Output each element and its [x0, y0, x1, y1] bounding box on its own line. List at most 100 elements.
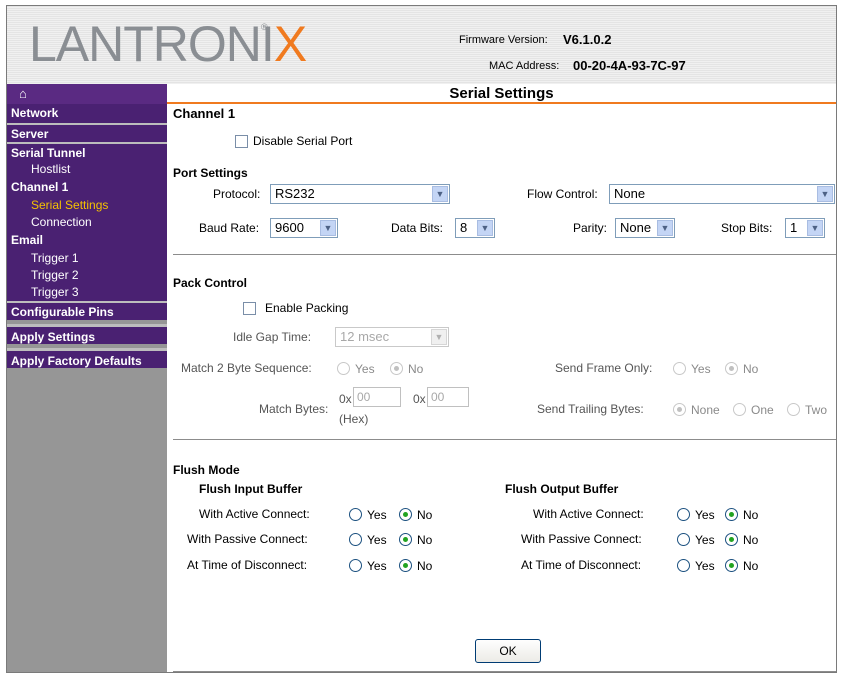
hex-prefix: 0x — [413, 392, 426, 406]
chevron-down-icon: ▼ — [432, 186, 448, 202]
protocol-select[interactable]: RS232 ▼ — [270, 184, 450, 204]
divider — [173, 254, 836, 255]
disable-serial-port-checkbox[interactable] — [235, 135, 248, 148]
sidebar-item-trigger2[interactable]: Trigger 2 — [7, 267, 167, 284]
sidebar-item-trigger3[interactable]: Trigger 3 — [7, 284, 167, 301]
hex-prefix: 0x — [339, 392, 352, 406]
parity-select[interactable]: None ▼ — [615, 218, 675, 238]
pack-control-heading: Pack Control — [173, 276, 248, 290]
flow-control-select[interactable]: None ▼ — [609, 184, 835, 204]
idle-gap-label: Idle Gap Time: — [233, 330, 312, 344]
apply-settings-link[interactable]: Apply Settings — [7, 324, 167, 344]
data-bits-select[interactable]: 8 ▼ — [455, 218, 495, 238]
mac-label: MAC Address: — [489, 60, 560, 72]
input-passive-no-label: No — [417, 533, 433, 547]
page-title: Serial Settings — [167, 84, 836, 104]
divider — [173, 671, 836, 672]
browser-frame: LANTRONIX ® Firmware Version: V6.1.0.2 M… — [6, 5, 837, 673]
output-disconnect-yes-radio[interactable] — [677, 559, 690, 572]
match2-label: Match 2 Byte Sequence: — [181, 361, 312, 375]
firmware-label: Firmware Version: — [459, 34, 548, 46]
sidebar-item-server[interactable]: Server — [7, 123, 167, 142]
protocol-label: Protocol: — [213, 187, 261, 201]
input-passive-no-radio[interactable] — [399, 533, 412, 546]
sidebar-item-connection[interactable]: Connection — [7, 214, 167, 231]
sidebar-item-serial-settings[interactable]: Serial Settings — [7, 197, 167, 214]
input-active-no-radio[interactable] — [399, 508, 412, 521]
output-passive-yes-label: Yes — [695, 533, 715, 547]
input-disconnect-yes-radio[interactable] — [349, 559, 362, 572]
input-active-yes-label: Yes — [367, 508, 387, 522]
output-passive-no-radio[interactable] — [725, 533, 738, 546]
apply-factory-defaults-link[interactable]: Apply Factory Defaults — [7, 348, 167, 368]
parity-label: Parity: — [573, 221, 608, 235]
idle-gap-value: 12 msec — [340, 329, 390, 344]
stop-bits-label: Stop Bits: — [721, 221, 773, 235]
chevron-down-icon: ▼ — [657, 220, 673, 236]
port-settings-heading: Port Settings — [173, 166, 248, 180]
match2-no-label: No — [408, 362, 424, 376]
home-link[interactable]: ⌂ — [7, 84, 167, 104]
divider — [173, 439, 836, 440]
input-disconnect-no-radio[interactable] — [399, 559, 412, 572]
chevron-down-icon: ▼ — [477, 220, 493, 236]
sidebar: ⌂ Network Server Serial Tunnel Hostlist … — [7, 84, 167, 672]
send-frame-no-radio[interactable] — [725, 362, 738, 375]
match2-no-radio[interactable] — [390, 362, 403, 375]
output-disconnect-no-label: No — [743, 559, 759, 573]
baud-rate-value: 9600 — [275, 220, 304, 235]
trailing-two-label: Two — [805, 403, 828, 417]
mac-value: 00-20-4A-93-7C-97 — [573, 58, 686, 73]
output-active-no-radio[interactable] — [725, 508, 738, 521]
sidebar-item-network[interactable]: Network — [7, 104, 167, 123]
flush-mode-heading: Flush Mode — [173, 463, 240, 477]
baud-rate-select[interactable]: 9600 ▼ — [270, 218, 338, 238]
input-passive-yes-radio[interactable] — [349, 533, 362, 546]
chevron-down-icon: ▼ — [817, 186, 833, 202]
enable-packing-label: Enable Packing — [265, 301, 349, 315]
hex-note: (Hex) — [339, 412, 369, 426]
baud-rate-label: Baud Rate: — [199, 221, 260, 235]
sidebar-item-channel1[interactable]: Channel 1 — [7, 178, 167, 197]
sidebar-item-trigger1[interactable]: Trigger 1 — [7, 250, 167, 267]
idle-gap-select[interactable]: 12 msec ▼ — [335, 327, 449, 347]
logo-x: X — [273, 16, 307, 72]
sidebar-item-hostlist[interactable]: Hostlist — [7, 161, 167, 178]
protocol-value: RS232 — [275, 186, 315, 201]
trailing-none-radio[interactable] — [673, 403, 686, 416]
enable-packing-checkbox[interactable] — [243, 302, 256, 315]
output-active-yes-radio[interactable] — [677, 508, 690, 521]
ok-button[interactable]: OK — [475, 639, 541, 663]
home-icon[interactable]: ⌂ — [19, 86, 27, 101]
registered-mark: ® — [261, 22, 268, 32]
match-byte1-input[interactable]: 00 — [353, 387, 401, 407]
trailing-two-radio[interactable] — [787, 403, 800, 416]
output-passive-yes-radio[interactable] — [677, 533, 690, 546]
output-passive-no-label: No — [743, 533, 759, 547]
trailing-one-radio[interactable] — [733, 403, 746, 416]
match-byte2-input[interactable]: 00 — [427, 387, 469, 407]
input-disconnect-yes-label: Yes — [367, 559, 387, 573]
stop-bits-select[interactable]: 1 ▼ — [785, 218, 825, 238]
header: LANTRONIX ® Firmware Version: V6.1.0.2 M… — [7, 6, 836, 84]
sidebar-item-serial-tunnel[interactable]: Serial Tunnel — [7, 142, 167, 161]
chevron-down-icon: ▼ — [320, 220, 336, 236]
sidebar-item-configurable-pins[interactable]: Configurable Pins — [7, 301, 167, 320]
stop-bits-value: 1 — [790, 220, 798, 235]
parity-value: None — [620, 220, 652, 235]
match2-yes-radio[interactable] — [337, 362, 350, 375]
input-active-yes-radio[interactable] — [349, 508, 362, 521]
output-active-yes-label: Yes — [695, 508, 715, 522]
data-bits-value: 8 — [460, 220, 468, 235]
send-frame-yes-radio[interactable] — [673, 362, 686, 375]
send-frame-yes-label: Yes — [691, 362, 711, 376]
input-disconnect-no-label: No — [417, 559, 433, 573]
sidebar-item-email[interactable]: Email — [7, 231, 167, 250]
disable-serial-port-label: Disable Serial Port — [253, 134, 353, 148]
output-disconnect-no-radio[interactable] — [725, 559, 738, 572]
data-bits-label: Data Bits: — [391, 221, 444, 235]
input-disconnect-label: At Time of Disconnect: — [187, 558, 308, 572]
chevron-down-icon: ▼ — [431, 329, 447, 345]
send-trailing-label: Send Trailing Bytes: — [537, 402, 644, 416]
firmware-value: V6.1.0.2 — [563, 32, 612, 47]
